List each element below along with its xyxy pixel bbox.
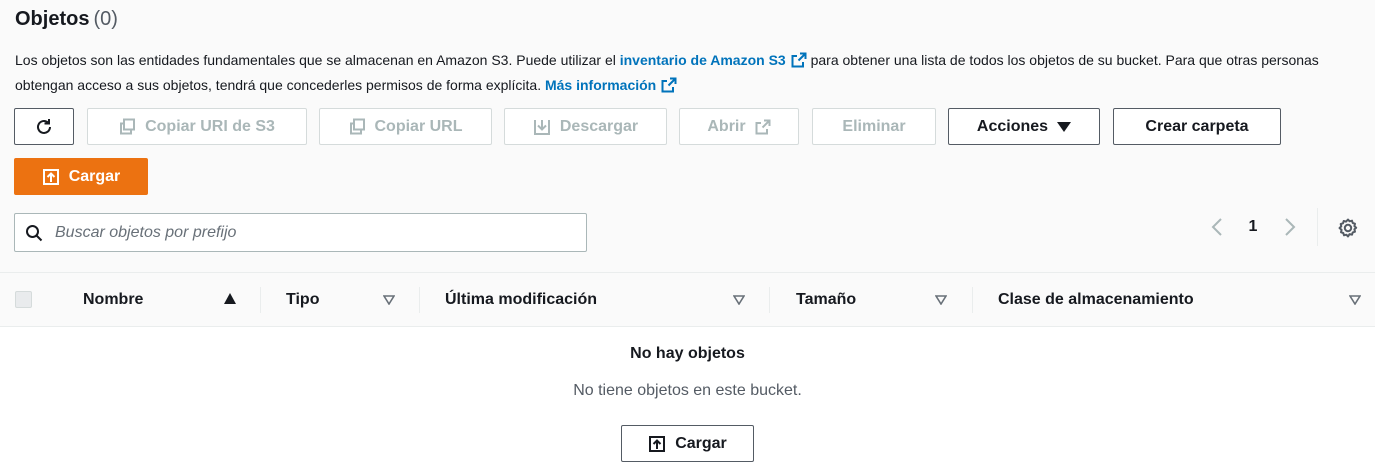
delete-label: Eliminar (842, 117, 906, 135)
object-count: (0) (93, 8, 118, 30)
table-header: Nombre Tipo Última modificación Tamaño C… (0, 272, 1375, 327)
create-folder-button[interactable]: Crear carpeta (1113, 108, 1281, 145)
copy-s3-uri-button[interactable]: Copiar URI de S3 (87, 108, 307, 145)
upload-button[interactable]: Cargar (14, 158, 148, 195)
inventory-link[interactable]: inventario de Amazon S3 (620, 52, 807, 68)
divider (1317, 208, 1318, 246)
open-button[interactable]: Abrir (679, 108, 799, 145)
delete-button[interactable]: Eliminar (812, 108, 936, 145)
download-icon (533, 119, 550, 135)
chevron-left-icon (1211, 218, 1222, 236)
column-header-type[interactable]: Tipo (261, 273, 419, 326)
select-all-checkbox[interactable] (15, 291, 32, 308)
column-label: Tipo (286, 290, 320, 308)
search-icon (26, 224, 43, 241)
caret-down-icon (1057, 121, 1072, 132)
column-label: Última modificación (445, 290, 598, 308)
previous-page-button[interactable] (1207, 216, 1227, 238)
empty-state-description: No tiene objetos en este bucket. (573, 382, 802, 399)
column-label: Clase de almacenamiento (998, 290, 1194, 308)
copy-url-button[interactable]: Copiar URL (319, 108, 492, 145)
actions-label: Acciones (976, 117, 1049, 135)
more-info-link-label: Más información (544, 77, 657, 93)
column-header-last-modified[interactable]: Última modificación (420, 273, 769, 326)
external-link-icon (661, 77, 677, 93)
external-link-icon (791, 52, 807, 68)
empty-state-upload-label: Cargar (675, 434, 727, 452)
description-text-1: Los objetos son las entidades fundamenta… (15, 52, 620, 68)
description: Los objetos son las entidades fundamenta… (15, 48, 1355, 98)
empty-state-title: No hay objetos (630, 345, 745, 362)
refresh-icon (37, 118, 51, 134)
copy-icon (349, 118, 365, 135)
inventory-link-label: inventario de Amazon S3 (619, 52, 786, 68)
preferences-button[interactable] (1336, 216, 1360, 240)
copy-s3-uri-label: Copiar URI de S3 (145, 117, 275, 135)
column-label: Tamaño (796, 290, 857, 308)
column-divider (769, 287, 770, 313)
sort-icon (935, 295, 947, 305)
copy-url-label: Copiar URL (374, 117, 463, 135)
download-label: Descargar (559, 117, 639, 135)
sort-icon (1349, 295, 1361, 305)
title-text: Objetos (15, 8, 90, 30)
column-header-size[interactable]: Tamaño (771, 273, 972, 326)
next-page-button[interactable] (1280, 216, 1300, 238)
copy-icon (120, 118, 136, 135)
page-number[interactable]: 1 (1240, 216, 1266, 238)
upload-label: Cargar (68, 167, 121, 185)
sort-ascending-icon (224, 293, 236, 304)
column-header-storage-class[interactable]: Clase de almacenamiento (973, 273, 1373, 326)
sort-icon (733, 295, 745, 305)
column-header-name[interactable]: Nombre (58, 273, 260, 326)
column-label: Nombre (83, 290, 144, 308)
sort-icon (383, 295, 395, 305)
download-button[interactable]: Descargar (504, 108, 667, 145)
gear-icon (1338, 218, 1358, 238)
page-title: Objetos (0) (15, 8, 118, 31)
external-link-icon (755, 119, 771, 134)
create-folder-label: Crear carpeta (1145, 117, 1249, 135)
search-box (14, 213, 587, 252)
upload-icon (42, 168, 59, 185)
empty-state-upload-button[interactable]: Cargar (621, 425, 754, 462)
chevron-right-icon (1285, 218, 1296, 236)
actions-dropdown[interactable]: Acciones (948, 108, 1100, 145)
more-info-link[interactable]: Más información (545, 77, 677, 93)
refresh-button[interactable] (14, 108, 74, 145)
open-label: Abrir (707, 117, 746, 135)
search-input[interactable] (55, 223, 555, 242)
upload-icon (649, 435, 666, 452)
